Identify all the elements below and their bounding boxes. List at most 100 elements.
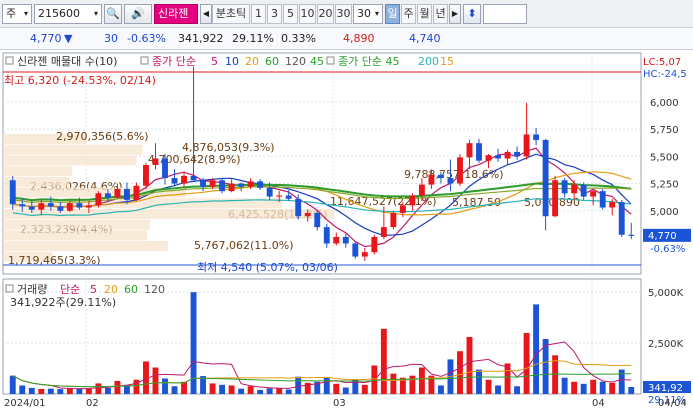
- next-button[interactable]: ▶: [449, 4, 461, 24]
- max-price-note: 최고 6,320 (-24.53%, 02/14): [4, 74, 156, 87]
- candle-body: [114, 188, 121, 198]
- legend-env15: 15: [440, 55, 454, 68]
- tab-year[interactable]: 년: [433, 4, 448, 24]
- current-price-tag-pct: -0.63%: [650, 244, 685, 255]
- candle-body: [380, 227, 387, 237]
- volume-bar: [76, 388, 83, 394]
- volume-axis: 5,000K 2,500K 341,92 29,11%: [643, 288, 691, 406]
- stock-code-value: 215600: [38, 7, 80, 20]
- count-input[interactable]: [483, 4, 527, 24]
- updown-arrow-icon[interactable]: ⬍: [463, 4, 481, 24]
- tab-month[interactable]: 월: [417, 4, 432, 24]
- tab-period-1[interactable]: 1: [251, 4, 266, 24]
- volume-bar: [457, 351, 463, 394]
- volume-bar: [561, 377, 568, 394]
- date-label: 03: [333, 398, 346, 409]
- volume-bar: [504, 363, 511, 394]
- legend-title: 신라젠 매물대 수(10): [17, 55, 117, 68]
- volume-bar: [333, 383, 340, 394]
- candle-body: [162, 158, 168, 179]
- tab-period-30[interactable]: 30: [335, 4, 352, 24]
- volume-profile-bar: [3, 241, 168, 251]
- stock-name-badge[interactable]: 신라젠: [154, 4, 198, 24]
- date-label: 02: [86, 398, 99, 409]
- candle-body: [495, 155, 501, 159]
- tab-period-10[interactable]: 10: [299, 4, 316, 24]
- tab-day[interactable]: 일: [385, 4, 400, 24]
- candle-body: [485, 155, 492, 161]
- volume-bar: [95, 383, 102, 394]
- volume-profile-bar: [3, 208, 335, 219]
- candle-body: [47, 203, 54, 207]
- volume-tick: 5,000K: [648, 288, 684, 299]
- tab-week[interactable]: 주: [401, 4, 416, 24]
- tab-period-3[interactable]: 3: [267, 4, 282, 24]
- candle-body: [28, 206, 35, 210]
- volume-bar: [209, 383, 216, 394]
- interval-input[interactable]: 30 ▾: [353, 4, 383, 24]
- hc-label: HC:-24,5: [643, 69, 687, 80]
- volume-legend-ma5: 5: [90, 283, 97, 296]
- candle-body: [399, 205, 406, 213]
- volume-bar: [466, 336, 473, 394]
- tab-tick[interactable]: 분초틱: [212, 4, 250, 24]
- volume-tick: 2,500K: [648, 339, 684, 350]
- candle-body: [618, 202, 625, 235]
- candle-body: [561, 180, 568, 194]
- candle-body: [314, 212, 321, 228]
- date-axis: 2024/01 02 03 04 04/04: [4, 398, 687, 409]
- chevron-down-icon: ▾: [374, 9, 379, 18]
- tab-period-5[interactable]: 5: [283, 4, 298, 24]
- legend-checkbox[interactable]: [326, 56, 335, 65]
- candle-body: [504, 151, 511, 159]
- candle-body: [276, 195, 283, 197]
- search-button[interactable]: 🔍: [104, 4, 122, 24]
- volume-bar: [476, 369, 482, 394]
- volume-bar: [162, 378, 168, 394]
- stock-code-input[interactable]: 215600 ▾: [34, 4, 102, 24]
- volume-bar: [514, 386, 521, 394]
- price-axis: LC:5,07 HC:-24,5 6,000 5,750 5,500 5,250…: [643, 57, 691, 255]
- candle-body: [104, 193, 111, 198]
- prev-button[interactable]: ◀: [200, 4, 212, 24]
- volume-bar: [295, 376, 302, 394]
- legend-ma60: 60: [265, 55, 279, 68]
- market-select[interactable]: 주 ▾: [2, 4, 32, 24]
- volume-ratio: 29.11%: [232, 32, 274, 45]
- volume-bar: [323, 377, 330, 394]
- volume-bar: [437, 385, 444, 394]
- legend-env200: 200: [418, 55, 439, 68]
- candle-body: [143, 165, 149, 186]
- volume-bar: [57, 389, 64, 394]
- candle-body: [304, 212, 311, 217]
- volume-bar: [247, 386, 254, 394]
- volume-bar: [171, 386, 178, 394]
- volume-bar: [181, 381, 187, 394]
- sound-button[interactable]: 🔊: [124, 4, 152, 24]
- chart-canvas[interactable]: 2,970,356(5.6%)4,876,053(9.3%)4,700,642(…: [0, 50, 693, 412]
- volume-bar: [618, 369, 625, 394]
- candle-body: [418, 184, 425, 196]
- legend-checkbox[interactable]: [140, 56, 149, 65]
- candle-body: [295, 198, 302, 217]
- candle-body: [66, 203, 73, 211]
- toolbar: 주 ▾ 215600 ▾ 🔍 🔊 신라젠 ◀ 분초틱 1 3 5 10 20 30 …: [0, 0, 693, 28]
- volume-bar: [238, 388, 245, 394]
- stock-chart[interactable]: 2,970,356(5.6%) 4,876,053(9.3%) 4,700,642(…: [0, 50, 693, 412]
- legend-ma-label: 종가 단순: [152, 55, 196, 68]
- volume-bar: [266, 388, 273, 394]
- down-arrow-icon: ▼: [64, 32, 73, 45]
- candle-body: [38, 203, 45, 210]
- candle-body: [628, 234, 635, 236]
- legend-checkbox[interactable]: [5, 56, 14, 65]
- candle-body: [599, 191, 606, 208]
- candle-body: [409, 195, 416, 206]
- volume-bar: [495, 385, 501, 394]
- legend-checkbox[interactable]: [5, 284, 14, 293]
- volume-bar: [228, 385, 235, 394]
- volume-profile-bar: [3, 219, 150, 230]
- price-tick: 5,750: [650, 125, 679, 136]
- tab-period-20[interactable]: 20: [317, 4, 334, 24]
- volume-profile-bar: [3, 230, 147, 241]
- candle-body: [247, 181, 254, 187]
